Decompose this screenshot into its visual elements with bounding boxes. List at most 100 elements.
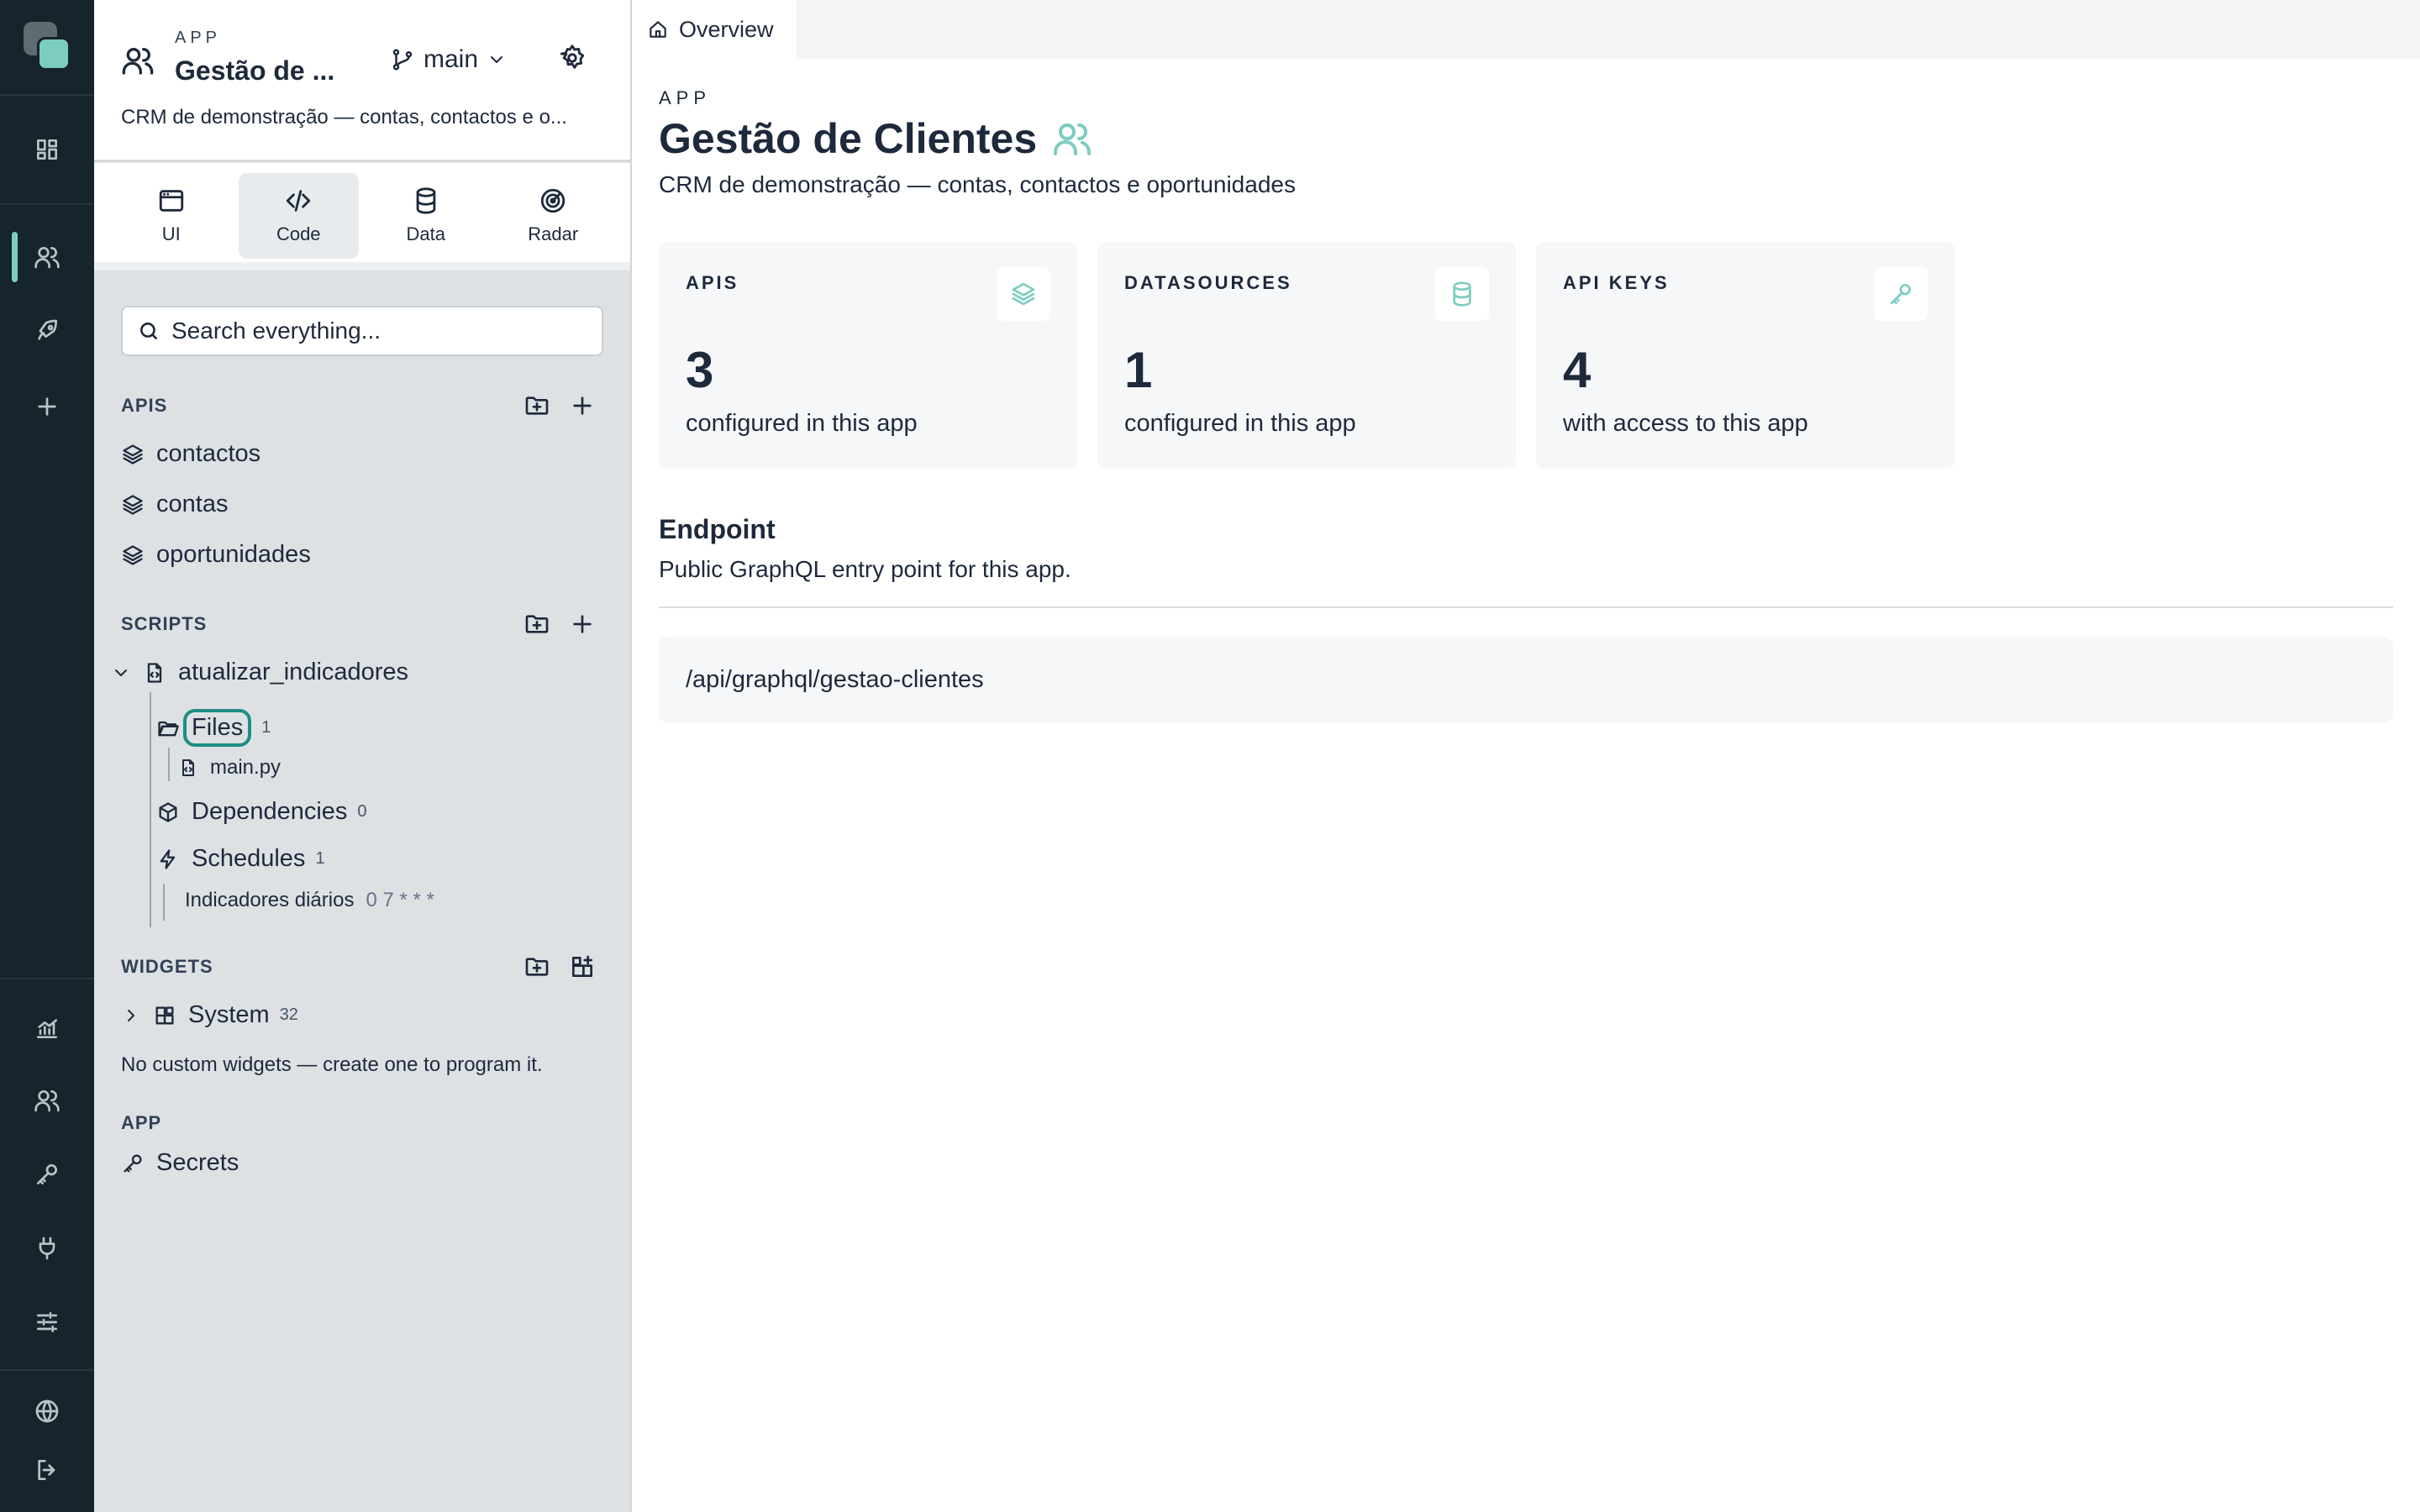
page-title-row: Gestão de Clientes	[659, 114, 1092, 163]
page-description: CRM de demonstração — contas, contactos …	[659, 171, 1296, 197]
dashboard-icon[interactable]	[30, 133, 64, 166]
secrets-item[interactable]: Secrets	[121, 1149, 239, 1177]
app-kicker: APP	[175, 29, 222, 47]
widget-system-node[interactable]: System 32	[121, 1001, 298, 1029]
globe-icon[interactable]	[30, 1394, 64, 1428]
stat-card-value: 3	[686, 342, 714, 398]
folder-plus-icon	[525, 615, 549, 633]
search-input[interactable]	[171, 318, 575, 344]
layers-icon	[123, 494, 143, 515]
endpoint-description: Public GraphQL entry point for this app.	[659, 556, 1071, 582]
file-item-label: main.py	[210, 756, 281, 779]
rail-divider	[0, 94, 94, 96]
app-logo[interactable]	[24, 22, 71, 71]
tab-radar[interactable]: Radar	[493, 173, 614, 259]
database-icon	[416, 187, 436, 214]
stat-card-label: API KEYS	[1563, 272, 1670, 293]
sidebar: APP Gestão de ... main CRM de demonstraç…	[94, 0, 632, 1512]
api-item-oportunidades[interactable]: oportunidades	[121, 541, 311, 569]
tree-guide	[163, 884, 165, 921]
schedules-count: 1	[315, 849, 325, 868]
tab-ui[interactable]: UI	[111, 173, 232, 259]
gear-icon	[560, 45, 585, 69]
no-widgets-note: No custom widgets — create one to progra…	[121, 1053, 543, 1076]
team-icon[interactable]	[30, 1084, 64, 1117]
users-icon	[1054, 123, 1092, 155]
widget-system-count: 32	[279, 1005, 298, 1024]
app-description: CRM de demonstração — contas, contactos …	[121, 106, 567, 129]
sidebar-tabs: UI Code Data Radar	[94, 163, 630, 270]
stat-card-datasources[interactable]: DATASOURCES 1 configured in this app	[1097, 242, 1516, 469]
add-script-button[interactable]	[568, 610, 597, 638]
widget-system-label: System	[188, 1001, 270, 1028]
page-title: Gestão de Clientes	[659, 115, 1038, 162]
script-files-node[interactable]: Files 1	[156, 709, 271, 747]
tab-label: Radar	[528, 223, 579, 244]
analytics-icon[interactable]	[30, 1011, 64, 1045]
schedules-label: Schedules	[192, 845, 306, 872]
branch-label: main	[424, 45, 479, 73]
secrets-label: Secrets	[156, 1149, 239, 1176]
tab-data[interactable]: Data	[366, 173, 487, 259]
sidebar-header: APP Gestão de ... main CRM de demonstraç…	[94, 0, 630, 161]
editor-tab-bar	[632, 0, 2420, 59]
chevron-right-icon[interactable]	[121, 1005, 141, 1026]
stat-card-api-keys[interactable]: API KEYS 4 with access to this app	[1536, 242, 1954, 469]
scripts-actions	[523, 610, 597, 638]
add-widget-button[interactable]	[568, 953, 597, 981]
users-icon[interactable]	[30, 240, 64, 274]
app-name: Gestão de ...	[175, 55, 335, 86]
branch-selector[interactable]: main	[390, 45, 507, 74]
tab-overview[interactable]: Overview	[632, 0, 797, 59]
chevron-down-icon	[491, 56, 503, 63]
rail-divider	[0, 1369, 94, 1371]
layers-icon	[123, 444, 143, 465]
chevron-down-icon[interactable]	[111, 663, 131, 683]
endpoint-path-box[interactable]: /api/graphql/gestao-clientes	[659, 637, 2393, 722]
users-icon	[121, 44, 155, 77]
settings-button[interactable]	[558, 44, 588, 74]
scripts-section-title: SCRIPTS	[121, 613, 208, 634]
sliders-icon[interactable]	[30, 1305, 64, 1339]
new-folder-button[interactable]	[523, 953, 551, 981]
window-icon	[159, 190, 183, 212]
add-api-button[interactable]	[568, 391, 597, 420]
tab-label: Code	[276, 223, 321, 244]
api-item-label: contas	[156, 491, 229, 517]
stat-card-apis[interactable]: APIS 3 configured in this app	[659, 242, 1077, 469]
api-item-label: contactos	[156, 440, 261, 467]
api-item-contactos[interactable]: contactos	[121, 440, 260, 468]
layers-icon	[123, 544, 143, 565]
plus-icon[interactable]	[30, 390, 64, 423]
tab-label: UI	[161, 223, 181, 244]
app-section-title: APP	[121, 1112, 162, 1133]
script-item-atualizar-indicadores[interactable]: atualizar_indicadores	[111, 659, 408, 686]
key-icon[interactable]	[30, 1158, 64, 1191]
rail-divider	[0, 978, 94, 979]
logout-icon[interactable]	[30, 1453, 64, 1487]
dependencies-count: 0	[357, 802, 367, 821]
icon-rail	[0, 0, 94, 1512]
new-folder-button[interactable]	[523, 391, 551, 420]
git-branch-icon	[392, 49, 413, 71]
package-icon	[159, 801, 177, 822]
script-schedules-node[interactable]: Schedules 1	[156, 845, 325, 873]
code-icon	[287, 190, 311, 212]
apis-actions	[523, 391, 597, 420]
widget-add-icon	[572, 955, 592, 977]
script-item-label: atualizar_indicadores	[178, 659, 409, 685]
api-item-label: oportunidades	[156, 541, 311, 568]
plug-icon[interactable]	[30, 1231, 64, 1265]
script-dependencies-node[interactable]: Dependencies 0	[156, 798, 367, 826]
stat-card-value: 1	[1124, 342, 1153, 398]
tab-code[interactable]: Code	[238, 173, 359, 259]
file-item-main-py[interactable]: main.py	[178, 756, 281, 780]
api-item-contas[interactable]: contas	[121, 491, 228, 518]
database-icon	[1435, 267, 1489, 321]
files-label: Files	[183, 709, 252, 747]
new-folder-button[interactable]	[523, 610, 551, 638]
endpoint-divider	[659, 606, 2393, 608]
schedule-item[interactable]: Indicadores diários 0 7 * * *	[185, 889, 434, 912]
files-count: 1	[261, 718, 271, 737]
rocket-icon[interactable]	[30, 314, 64, 348]
